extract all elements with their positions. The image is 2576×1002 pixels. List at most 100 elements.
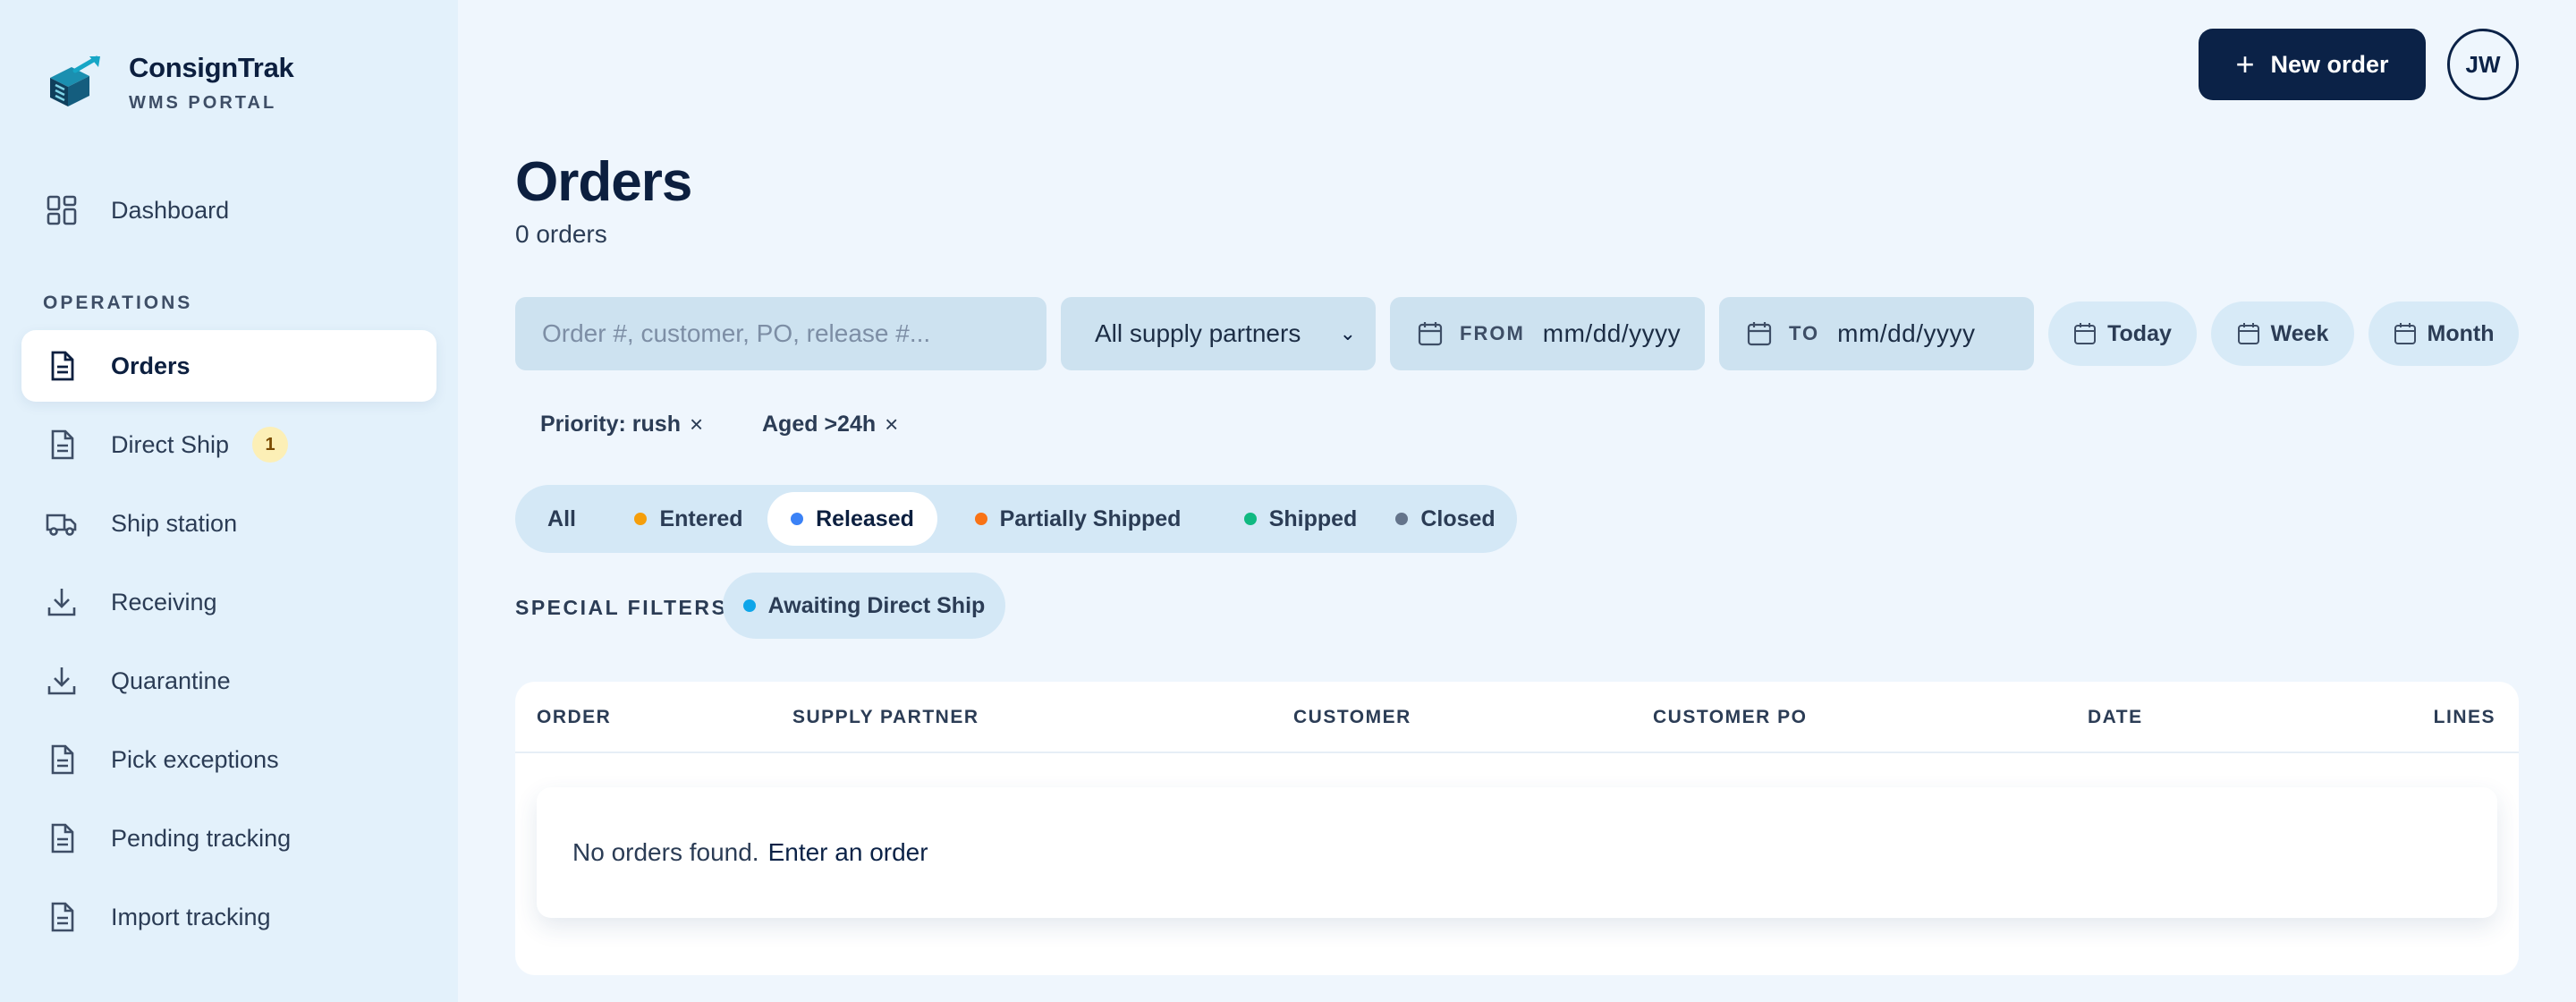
calendar-icon — [2074, 323, 2097, 344]
order-count: 0 orders — [515, 220, 607, 248]
document-icon — [45, 428, 79, 462]
to-date-value: mm/dd/yyyy — [1837, 319, 1976, 347]
enter-order-link[interactable]: Enter an order — [768, 838, 928, 867]
brand-name: ConsignTrak — [129, 52, 294, 83]
filter-pill-label: Aged >24h — [762, 411, 877, 437]
sidebar-item-ship-station[interactable]: Ship station — [21, 488, 436, 559]
plus-icon: + — [2235, 46, 2255, 82]
to-date-field[interactable]: TO mm/dd/yyyy — [1719, 297, 2034, 370]
avatar[interactable]: JW — [2447, 29, 2519, 100]
sidebar-item-label: Pick exceptions — [111, 745, 279, 773]
sidebar-item-import-tracking[interactable]: Import tracking — [21, 881, 436, 953]
sidebar: ConsignTrak WMS PORTAL Dashboard OPERATI… — [0, 0, 458, 1002]
brand[interactable]: ConsignTrak WMS PORTAL — [45, 52, 294, 114]
from-date-field[interactable]: FROM mm/dd/yyyy — [1390, 297, 1705, 370]
sidebar-section-label: OPERATIONS — [43, 293, 193, 313]
status-dot — [634, 513, 648, 525]
app-root: ConsignTrak WMS PORTAL Dashboard OPERATI… — [0, 0, 2576, 1002]
new-order-label: New order — [2270, 50, 2389, 78]
count-badge: 1 — [252, 427, 289, 463]
sidebar-item-receiving[interactable]: Receiving — [21, 566, 436, 638]
range-label: Week — [2270, 320, 2329, 346]
tab-label: Closed — [1420, 505, 1496, 531]
download-icon — [45, 585, 79, 619]
column-header-customer-po[interactable]: CUSTOMER PO — [1653, 707, 1807, 728]
sidebar-item-dashboard[interactable]: Dashboard — [21, 174, 436, 246]
column-header-lines[interactable]: LINES — [2434, 707, 2496, 728]
special-filter-awaiting-direct-ship[interactable]: Awaiting Direct Ship — [723, 573, 1005, 639]
sidebar-item-pending-tracking[interactable]: Pending tracking — [21, 802, 436, 874]
empty-state-text: No orders found. — [572, 838, 759, 866]
calendar-icon — [1747, 322, 1772, 346]
active-filter-aged[interactable]: Aged >24h × — [762, 406, 898, 442]
tab-all[interactable]: All — [526, 492, 597, 546]
chevron-down-icon: ⌄ — [1339, 322, 1356, 344]
range-week-button[interactable]: Week — [2211, 301, 2354, 366]
document-icon — [45, 743, 79, 777]
sidebar-item-direct-ship[interactable]: Direct Ship 1 — [21, 409, 436, 480]
column-header-customer[interactable]: CUSTOMER — [1293, 707, 1411, 728]
sidebar-item-label: Direct Ship — [111, 430, 230, 458]
download-icon — [45, 664, 79, 698]
table-header: ORDER SUPPLY PARTNER CUSTOMER CUSTOMER P… — [515, 682, 2519, 753]
status-dot — [974, 513, 987, 525]
sidebar-item-quarantine[interactable]: Quarantine — [21, 645, 436, 717]
status-dot — [791, 513, 804, 525]
sidebar-item-label: Quarantine — [111, 667, 231, 694]
tab-label: Partially Shipped — [999, 505, 1182, 531]
supply-partner-value: All supply partners — [1095, 319, 1301, 347]
active-filter-priority-rush[interactable]: Priority: rush × — [540, 406, 703, 442]
tab-closed[interactable]: Closed — [1385, 492, 1506, 546]
calendar-icon — [1418, 322, 1443, 346]
special-filters-label: SPECIAL FILTERS — [515, 596, 728, 619]
to-label: TO — [1789, 322, 1820, 344]
status-dot — [742, 599, 756, 612]
calendar-icon — [2394, 323, 2416, 344]
status-dot — [1243, 513, 1257, 525]
dashboard-grid-icon — [45, 193, 79, 227]
tab-label: All — [547, 505, 576, 531]
calendar-icon — [2237, 323, 2259, 344]
document-icon — [45, 900, 79, 934]
close-icon[interactable]: × — [885, 411, 898, 438]
sidebar-item-label: Dashboard — [111, 196, 230, 224]
document-icon — [45, 821, 79, 855]
range-label: Today — [2107, 320, 2172, 346]
column-header-order[interactable]: ORDER — [537, 707, 611, 728]
document-icon — [45, 349, 79, 383]
sidebar-item-label: Pending tracking — [111, 824, 292, 852]
column-header-date[interactable]: DATE — [2088, 707, 2143, 728]
search-input[interactable] — [515, 297, 1046, 370]
brand-subtitle: WMS PORTAL — [129, 93, 277, 113]
special-filter-label: Awaiting Direct Ship — [767, 592, 986, 618]
truck-icon — [45, 506, 79, 540]
sidebar-item-label: Import tracking — [111, 903, 271, 930]
range-month-button[interactable]: Month — [2368, 301, 2519, 366]
from-label: FROM — [1460, 322, 1525, 344]
sidebar-item-label: Ship station — [111, 509, 238, 537]
column-header-supply-partner[interactable]: SUPPLY PARTNER — [792, 707, 979, 728]
sidebar-item-label: Receiving — [111, 588, 217, 616]
page-title: Orders — [515, 151, 692, 213]
supply-partner-select[interactable]: All supply partners ⌄ — [1061, 297, 1376, 370]
sidebar-item-pick-exceptions[interactable]: Pick exceptions — [21, 724, 436, 795]
filter-pill-label: Priority: rush — [540, 411, 681, 437]
empty-state: No orders found. Enter an order — [537, 787, 2497, 918]
logo-icon — [50, 55, 100, 106]
tab-entered[interactable]: Entered — [606, 492, 771, 546]
tab-shipped[interactable]: Shipped — [1216, 492, 1385, 546]
range-label: Month — [2427, 320, 2495, 346]
tab-label: Released — [816, 505, 914, 531]
status-tabs: All Entered Released Partially Shipped S… — [515, 485, 1517, 553]
sidebar-item-label: Orders — [111, 352, 191, 379]
tab-label: Shipped — [1268, 505, 1358, 531]
range-today-button[interactable]: Today — [2048, 301, 2197, 366]
tab-released[interactable]: Released — [767, 492, 937, 546]
close-icon[interactable]: × — [690, 411, 703, 438]
tab-partially-shipped[interactable]: Partially Shipped — [945, 492, 1211, 546]
new-order-button[interactable]: + New order — [2199, 29, 2426, 100]
from-date-value: mm/dd/yyyy — [1542, 319, 1682, 347]
sidebar-item-orders[interactable]: Orders — [21, 330, 436, 402]
tab-label: Entered — [659, 505, 743, 531]
status-dot — [1395, 513, 1409, 525]
